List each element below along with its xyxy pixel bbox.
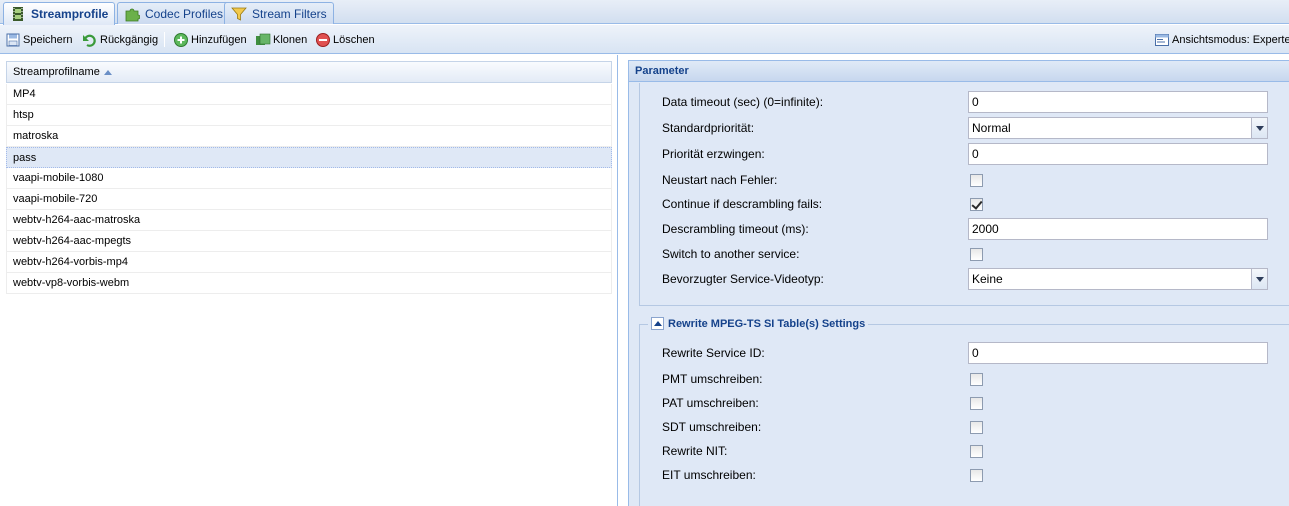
table-row[interactable]: matroska bbox=[6, 126, 612, 147]
row-continue-descrambling: Continue if descrambling fails: bbox=[662, 193, 1267, 215]
table-row[interactable]: webtv-h264-aac-matroska bbox=[6, 210, 612, 231]
funnel-icon bbox=[231, 6, 247, 22]
table-row[interactable]: webtv-vp8-vorbis-webm bbox=[6, 273, 612, 294]
rewrite-eit-checkbox[interactable] bbox=[970, 468, 983, 482]
preferred-video-type-select[interactable]: Keine bbox=[968, 268, 1268, 290]
table-row[interactable]: MP4 bbox=[6, 84, 612, 105]
delete-button[interactable]: Löschen bbox=[315, 31, 375, 48]
grid-rows: MP4 htsp matroska pass vaapi-mobile-1080… bbox=[6, 84, 612, 294]
collapse-icon[interactable] bbox=[651, 317, 664, 330]
tab-stream-filters[interactable]: Stream Filters bbox=[224, 2, 334, 24]
toolbar-separator bbox=[164, 32, 165, 47]
rewrite-pmt-checkbox[interactable] bbox=[970, 372, 983, 386]
tab-bar: Streamprofile Codec Profiles Stream Filt… bbox=[0, 0, 1289, 25]
undo-button[interactable]: Rückgängig bbox=[82, 31, 158, 48]
view-mode-button[interactable]: Ansichtsmodus: Experte bbox=[1154, 31, 1289, 48]
table-row[interactable]: htsp bbox=[6, 105, 612, 126]
row-data-timeout: Data timeout (sec) (0=infinite): 0 bbox=[662, 91, 1268, 113]
toolbar: Speichern Rückgängig Hinzufügen Klonen L… bbox=[0, 25, 1289, 54]
rewrite-pat-checkbox[interactable] bbox=[970, 396, 983, 410]
stream-profile-grid: Streamprofilname MP4 htsp matroska pass … bbox=[0, 55, 618, 506]
row-force-priority: Priorität erzwingen: 0 bbox=[662, 143, 1268, 165]
row-default-priority: Standardpriorität: Normal bbox=[662, 117, 1268, 139]
undo-icon bbox=[82, 32, 98, 48]
add-button[interactable]: Hinzufügen bbox=[173, 31, 247, 48]
row-rewrite-service-id: Rewrite Service ID: 0 bbox=[662, 342, 1268, 364]
rewrite-nit-checkbox[interactable] bbox=[970, 444, 983, 458]
continue-descrambling-checkbox[interactable] bbox=[970, 197, 983, 211]
default-priority-select[interactable]: Normal bbox=[968, 117, 1268, 139]
delete-icon bbox=[315, 32, 331, 48]
table-row-selected[interactable]: pass bbox=[6, 147, 612, 168]
tab-label: Stream Filters bbox=[252, 6, 327, 21]
puzzle-icon bbox=[124, 6, 141, 22]
table-row[interactable]: vaapi-mobile-1080 bbox=[6, 168, 612, 189]
row-rewrite-nit: Rewrite NIT: bbox=[662, 440, 1267, 462]
view-mode-icon bbox=[1154, 32, 1170, 48]
descrambling-timeout-input[interactable]: 2000 bbox=[968, 218, 1268, 240]
rewrite-si-fieldset: Rewrite MPEG-TS SI Table(s) Settings Rew… bbox=[639, 317, 1289, 506]
panel-title: Parameter bbox=[629, 60, 1289, 82]
tab-codec-profiles[interactable]: Codec Profiles bbox=[117, 2, 231, 24]
add-icon bbox=[173, 32, 189, 48]
column-header-streamprofilname[interactable]: Streamprofilname bbox=[6, 61, 612, 83]
tab-label: Streamprofile bbox=[31, 7, 109, 21]
row-preferred-video-type: Bevorzugter Service-Videotyp: Keine bbox=[662, 268, 1268, 290]
row-rewrite-sdt: SDT umschreiben: bbox=[662, 416, 1267, 438]
panel-body[interactable]: Data timeout (sec) (0=infinite): 0 Stand… bbox=[629, 83, 1289, 506]
dropdown-trigger-icon[interactable] bbox=[1251, 268, 1268, 290]
tab-streamprofile[interactable]: Streamprofile bbox=[3, 2, 116, 25]
rewrite-sdt-checkbox[interactable] bbox=[970, 420, 983, 434]
sort-ascending-icon bbox=[103, 69, 112, 75]
film-icon bbox=[10, 6, 26, 22]
clone-icon bbox=[255, 32, 271, 48]
restart-on-error-checkbox[interactable] bbox=[970, 173, 983, 187]
fieldset-legend[interactable]: Rewrite MPEG-TS SI Table(s) Settings bbox=[648, 317, 869, 330]
row-rewrite-pmt: PMT umschreiben: bbox=[662, 368, 1267, 390]
table-row[interactable]: webtv-h264-vorbis-mp4 bbox=[6, 252, 612, 273]
tab-label: Codec Profiles bbox=[145, 6, 224, 21]
row-rewrite-pat: PAT umschreiben: bbox=[662, 392, 1267, 414]
rewrite-service-id-input[interactable]: 0 bbox=[968, 342, 1268, 364]
parameter-panel: Parameter Data timeout (sec) (0=infinite… bbox=[628, 60, 1289, 506]
save-button[interactable]: Speichern bbox=[5, 31, 73, 48]
row-rewrite-eit: EIT umschreiben: bbox=[662, 464, 1267, 486]
general-fieldset: Data timeout (sec) (0=infinite): 0 Stand… bbox=[639, 83, 1289, 306]
row-restart-on-error: Neustart nach Fehler: bbox=[662, 169, 1267, 191]
force-priority-input[interactable]: 0 bbox=[968, 143, 1268, 165]
table-row[interactable]: vaapi-mobile-720 bbox=[6, 189, 612, 210]
row-switch-service: Switch to another service: bbox=[662, 243, 1267, 265]
table-row[interactable]: webtv-h264-aac-mpegts bbox=[6, 231, 612, 252]
save-icon bbox=[5, 32, 21, 48]
row-descrambling-timeout: Descrambling timeout (ms): 2000 bbox=[662, 218, 1268, 240]
switch-service-checkbox[interactable] bbox=[970, 247, 983, 261]
clone-button[interactable]: Klonen bbox=[255, 31, 307, 48]
data-timeout-input[interactable]: 0 bbox=[968, 91, 1268, 113]
dropdown-trigger-icon[interactable] bbox=[1251, 117, 1268, 139]
